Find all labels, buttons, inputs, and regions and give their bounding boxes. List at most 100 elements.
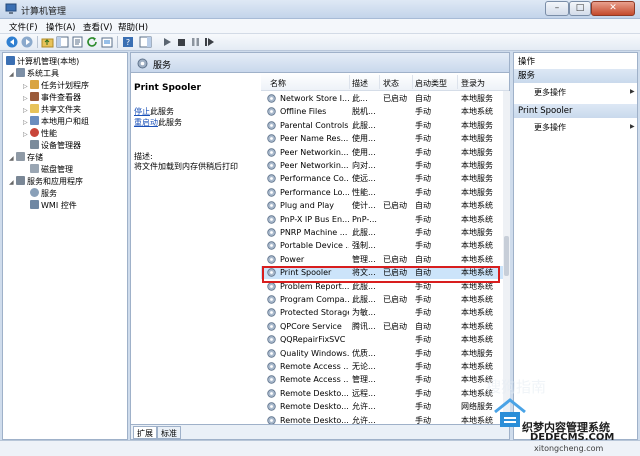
forward-button[interactable] [21, 36, 34, 48]
properties-button[interactable] [71, 36, 84, 48]
tab-extended[interactable]: 扩展 [133, 426, 157, 439]
service-log-on-as: 本地系统 [461, 241, 493, 251]
minimize-button[interactable]: – [545, 1, 569, 16]
tree-node-event-viewer[interactable]: ▷ 事件查看器 [23, 92, 81, 103]
service-description: 为敏... [352, 308, 376, 318]
service-description: 使远... [352, 174, 376, 184]
table-row[interactable]: Power 管理... 已启动 自动 本地系统 [261, 253, 503, 266]
tree-node-task-scheduler[interactable]: ▷ 任务计划程序 [23, 80, 89, 91]
service-startup-type: 自动 [415, 94, 431, 103]
help-icon: ? [123, 37, 133, 47]
help-button[interactable]: ? [122, 36, 135, 48]
window-title: 计算机管理 [21, 7, 67, 17]
service-log-on-as: 本地系统 [461, 362, 493, 371]
tree-node-system-tools[interactable]: ◢ 系统工具 [9, 68, 59, 79]
restart-service-button[interactable] [203, 36, 216, 48]
actions-group-print-spooler[interactable]: Print Spooler [514, 104, 637, 118]
tree-node-disk-management[interactable]: 磁盘管理 [23, 164, 73, 175]
table-row[interactable]: Peer Networkin... 向对... 手动 本地服务 [261, 159, 503, 172]
table-row[interactable]: Peer Name Res... 使用... 手动 本地服务 [261, 132, 503, 145]
service-description-pane: Print Spooler 停止此服务 重启动此服务 描述: 将文件加载到内存供… [130, 73, 261, 424]
table-row[interactable]: Performance Lo... 性能... 手动 本地服务 [261, 186, 503, 199]
column-name[interactable]: 名称 [270, 78, 286, 89]
table-row[interactable]: Quality Windows... 优质... 手动 本地服务 [261, 347, 503, 360]
tree-node-performance[interactable]: ▷ 性能 [23, 128, 57, 139]
close-button[interactable]: ✕ [591, 1, 635, 16]
service-description: 使用... [352, 134, 376, 144]
more-actions-print-spooler[interactable]: 更多操作 ▶ [534, 122, 635, 133]
restart-service-link-row: 重启动此服务 [134, 118, 182, 127]
show-hide-tree-button[interactable] [56, 36, 69, 48]
service-log-on-as: 本地服务 [461, 348, 493, 358]
table-row[interactable]: Program Compa... 此服... 已启动 手动 本地系统 [261, 293, 503, 306]
table-row[interactable]: Remote Access ... 无论... 手动 本地系统 [261, 360, 503, 373]
service-description: 此... [352, 94, 368, 103]
table-row[interactable]: Network Store I... 此... 已启动 自动 本地服务 [261, 92, 503, 105]
menu-help[interactable]: 帮助(H) [118, 21, 148, 33]
service-startup-type: 手动 [415, 335, 431, 345]
service-log-on-as: 本地服务 [461, 187, 493, 197]
maximize-button[interactable]: □ [569, 1, 591, 16]
refresh-icon [87, 37, 97, 47]
table-row[interactable]: Remote Deskto... 允许... 手动 网络服务 [261, 400, 503, 413]
view-tabs: 扩展 标准 [130, 424, 510, 440]
table-row[interactable]: Offline Files 脱机... 手动 本地系统 [261, 105, 503, 118]
table-row[interactable]: Parental Controls 此服... 手动 本地服务 [261, 119, 503, 132]
column-startup-type[interactable]: 启动类型 [415, 78, 447, 89]
export-list-button[interactable] [101, 36, 114, 48]
tree-node-device-manager[interactable]: 设备管理器 [30, 140, 81, 151]
stop-service-button[interactable] [175, 36, 188, 48]
service-description: 使计... [352, 201, 376, 211]
menu-file[interactable]: 文件(F) [9, 21, 38, 33]
table-row[interactable]: Remote Deskto... 允许... 手动 本地系统 [261, 414, 503, 424]
actions-group-services[interactable]: 服务 [514, 69, 637, 83]
pause-service-button[interactable] [189, 36, 202, 48]
table-row[interactable]: PNRP Machine ... 此服... 手动 本地服务 [261, 226, 503, 239]
column-status[interactable]: 状态 [383, 78, 399, 89]
service-name: Remote Deskto... [280, 415, 349, 424]
table-row[interactable]: Remote Deskto... 远程... 手动 本地系统 [261, 387, 503, 400]
table-row[interactable]: Plug and Play 使计... 已启动 自动 本地系统 [261, 199, 503, 212]
tree-node-storage[interactable]: ◢ 存储 [9, 152, 43, 163]
service-name: Peer Networkin... [280, 161, 349, 170]
table-row[interactable]: PnP-X IP Bus En... PnP-... 手动 本地系统 [261, 213, 503, 226]
gear-icon [267, 402, 276, 411]
more-actions-services[interactable]: 更多操作 ▶ [534, 87, 635, 98]
table-row[interactable]: Protected Storage 为敏... 手动 本地系统 [261, 306, 503, 319]
restart-service-link[interactable]: 重启动 [134, 118, 158, 127]
table-row[interactable]: Remote Access ... 管理... 手动 本地系统 [261, 373, 503, 386]
up-folder-button[interactable] [41, 36, 54, 48]
table-row[interactable]: Peer Networkin... 使用... 手动 本地服务 [261, 146, 503, 159]
tab-standard[interactable]: 标准 [157, 426, 181, 439]
tree-node-wmi[interactable]: WMI 控件 [23, 200, 77, 211]
menu-action[interactable]: 操作(A) [46, 21, 75, 33]
table-row[interactable]: Performance Co... 使远... 手动 本地服务 [261, 172, 503, 185]
list-scrollbar[interactable] [503, 91, 510, 424]
back-button[interactable] [6, 36, 19, 48]
service-name: Protected Storage [280, 308, 349, 318]
tree-node-root[interactable]: 计算机管理(本地) [6, 56, 79, 67]
table-row[interactable]: QPCore Service 腾讯... 已启动 自动 本地系统 [261, 320, 503, 333]
table-row[interactable]: QQRepairFixSVC 手动 本地系统 [261, 333, 503, 346]
gear-icon [30, 188, 39, 197]
show-action-pane-button[interactable] [139, 36, 152, 48]
tree-node-services-apps[interactable]: ◢ 服务和应用程序 [9, 176, 83, 187]
tree-node-shared-folders[interactable]: ▷ 共享文件夹 [23, 104, 81, 115]
event-log-icon [30, 92, 39, 101]
scrollbar-thumb[interactable] [504, 236, 509, 276]
column-description[interactable]: 描述 [352, 78, 368, 89]
service-log-on-as: 本地服务 [461, 228, 493, 237]
column-log-on-as[interactable]: 登录为 [461, 78, 485, 89]
tree-node-services[interactable]: 服务 [23, 188, 57, 199]
refresh-button[interactable] [86, 36, 99, 48]
stop-service-link[interactable]: 停止 [134, 107, 150, 116]
menu-view[interactable]: 查看(V) [83, 21, 112, 33]
computer-icon [6, 56, 15, 65]
services-list: 名称 描述 状态 启动类型 登录为 Network Store I... 此...… [261, 73, 510, 424]
table-row[interactable]: Portable Device ... 强制... 手动 本地系统 [261, 239, 503, 252]
service-name: Remote Access ... [280, 375, 349, 385]
start-service-button[interactable] [161, 36, 174, 48]
tree-node-local-users[interactable]: ▷ 本地用户和组 [23, 116, 89, 127]
export-icon [101, 37, 113, 48]
service-description: 性能... [352, 187, 376, 197]
